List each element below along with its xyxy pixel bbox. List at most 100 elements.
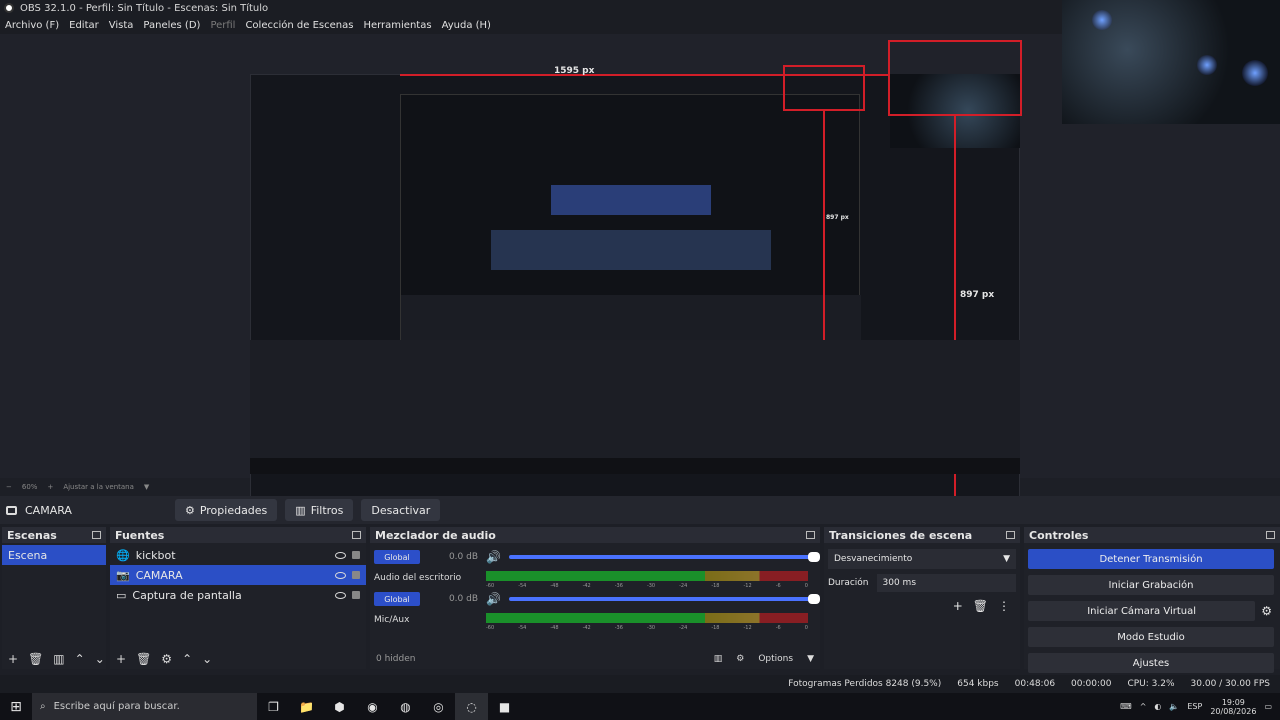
duration-input[interactable]: 300 ms [876,574,1016,592]
steam-icon[interactable]: ◍ [389,693,422,720]
discord-icon[interactable]: ◎ [422,693,455,720]
settings-button[interactable]: Ajustes [1028,653,1274,673]
scenes-footer: + 🗑 ▥ ⌃ ⌄ [2,649,106,669]
gear-icon[interactable]: ⚙ [1261,604,1272,618]
volume-slider[interactable] [508,594,820,604]
cpu-usage: CPU: 3.2% [1127,679,1175,689]
add-icon[interactable]: + [8,652,18,666]
system-tray: ⌨ ^ ◐ 🔈 ESP 19:09 20/08/2026 ▭ [1120,698,1280,716]
add-icon[interactable]: + [953,599,963,613]
obs-icon[interactable]: ◌ [455,693,488,720]
trash-icon[interactable]: 🗑 [136,652,151,666]
track-name: Audio del escritorio [374,573,462,583]
undock-icon[interactable] [352,531,361,539]
start-recording-button[interactable]: Iniciar Grabación [1028,575,1274,595]
source-item-camara[interactable]: 📷 CAMARA [110,565,366,585]
sources-footer: + 🗑 ⚙ ⌃ ⌄ [110,649,366,669]
guide-line-vertical-nested [823,110,825,370]
mixer-track-desktop: Global 0.0 dB 🔊 -60 -54 -48 -42 -36 -30 -24 -18… [370,547,820,589]
filters-button[interactable]: ▥ Filtros [285,499,354,521]
eye-icon[interactable] [335,571,346,579]
menu-view[interactable]: Vista [109,20,134,31]
start-virtual-camera-button[interactable]: Iniciar Cámara Virtual [1028,601,1256,621]
meter-scale: -60 -54 -48 -42 -36 -30 -24 -18 -12 -6 0 [486,625,808,631]
controls-title: Controles [1029,528,1089,542]
menu-docks[interactable]: Paneles (D) [143,20,200,31]
source-item-kickbot[interactable]: 🌐 kickbot [110,545,366,565]
global-button[interactable]: Global [374,550,420,564]
global-button[interactable]: Global [374,592,420,606]
chevron-down-icon[interactable]: ▼ [807,654,814,664]
filter-icon[interactable]: ▥ [53,652,64,666]
network-icon[interactable]: ◐ [1154,702,1161,711]
webcam-feed [1062,0,1280,124]
eye-icon[interactable] [335,591,346,599]
transition-select[interactable]: Desvanecimiento ▼ [828,549,1016,569]
stream-time: 00:48:06 [1014,679,1056,689]
nested-taskbar-mirror [250,458,1020,474]
menu-file[interactable]: Archivo (F) [5,20,59,31]
chevron-up-icon[interactable]: ^ [1140,702,1147,711]
mixer-footer: 0 hidden ▥ ⚙ Options ▼ [370,649,820,669]
windows-start-icon[interactable]: ⊞ [0,693,32,720]
camera-icon [6,505,17,515]
taskbar-search[interactable]: ⌕ Escribe aquí para buscar. [32,693,257,720]
menu-help[interactable]: Ayuda (H) [442,20,491,31]
eye-icon[interactable] [335,551,346,559]
menu-scene-collection[interactable]: Colección de Escenas [245,20,353,31]
chevron-up-icon[interactable]: ⌃ [182,652,192,666]
advanced-audio-icon[interactable]: ⚙ [736,654,744,664]
speaker-icon[interactable]: 🔊 [486,550,501,564]
track-name: Mic/Aux [374,615,410,625]
zoom-dropdown-icon[interactable]: ▼ [144,483,149,491]
chevron-down-icon[interactable]: ⌄ [202,652,212,666]
menu-edit[interactable]: Editar [69,20,99,31]
undock-icon[interactable] [806,531,815,539]
language[interactable]: ESP [1187,702,1202,711]
zoom-in-button[interactable]: + [47,483,53,491]
trash-icon[interactable]: 🗑 [28,652,43,666]
studio-mode-button[interactable]: Modo Estudio [1028,627,1274,647]
task-view-icon[interactable]: ❐ [257,693,290,720]
gear-icon[interactable]: ⚙ [161,652,172,666]
notification-icon[interactable]: ▭ [1264,702,1272,711]
options-button[interactable]: Options [758,654,793,664]
layout-icon[interactable]: ▥ [714,654,723,664]
audio-meter [486,571,808,581]
properties-label: Propiedades [199,503,268,517]
lock-icon[interactable] [352,551,360,559]
volume-slider[interactable] [508,552,820,562]
menu-tools[interactable]: Herramientas [363,20,431,31]
app-red-icon[interactable]: ■ [488,693,521,720]
chrome-icon[interactable]: ◉ [356,693,389,720]
deactivate-button[interactable]: Desactivar [361,499,441,521]
menu-profile[interactable]: Perfil [210,20,235,31]
more-icon[interactable]: ⋮ [998,599,1010,613]
undock-icon[interactable] [1266,531,1275,539]
stop-streaming-button[interactable]: Detener Transmisión [1028,549,1274,569]
chevron-down-icon[interactable]: ⌄ [95,652,105,666]
transitions-title: Transiciones de escena [829,528,973,542]
lock-icon[interactable] [352,591,360,599]
speaker-icon[interactable]: 🔊 [486,592,501,606]
selection-box-nested [783,65,865,111]
zoom-bar: − 60% + Ajustar a la ventana ▼ [0,480,1280,494]
scene-item[interactable]: Escena [2,545,106,565]
speaker-icon[interactable]: 🔈 [1169,702,1179,711]
chevron-up-icon[interactable]: ⌃ [75,652,85,666]
zoom-out-button[interactable]: − [6,483,12,491]
undock-icon[interactable] [1006,531,1015,539]
trash-icon[interactable]: 🗑 [973,599,988,613]
fps: 30.00 / 30.00 FPS [1190,679,1270,689]
file-explorer-icon[interactable]: 📁 [290,693,323,720]
clock[interactable]: 19:09 20/08/2026 [1210,698,1256,716]
selection-box[interactable] [888,40,1022,116]
properties-button[interactable]: ⚙ Propiedades [174,499,278,521]
keyboard-icon[interactable]: ⌨ [1120,702,1132,711]
undock-icon[interactable] [92,531,101,539]
fit-window-button[interactable]: Ajustar a la ventana [63,483,134,491]
lock-icon[interactable] [352,571,360,579]
app-icon[interactable]: ⬢ [323,693,356,720]
add-icon[interactable]: + [116,652,126,666]
source-item-screen-capture[interactable]: ▭ Captura de pantalla [110,585,366,605]
